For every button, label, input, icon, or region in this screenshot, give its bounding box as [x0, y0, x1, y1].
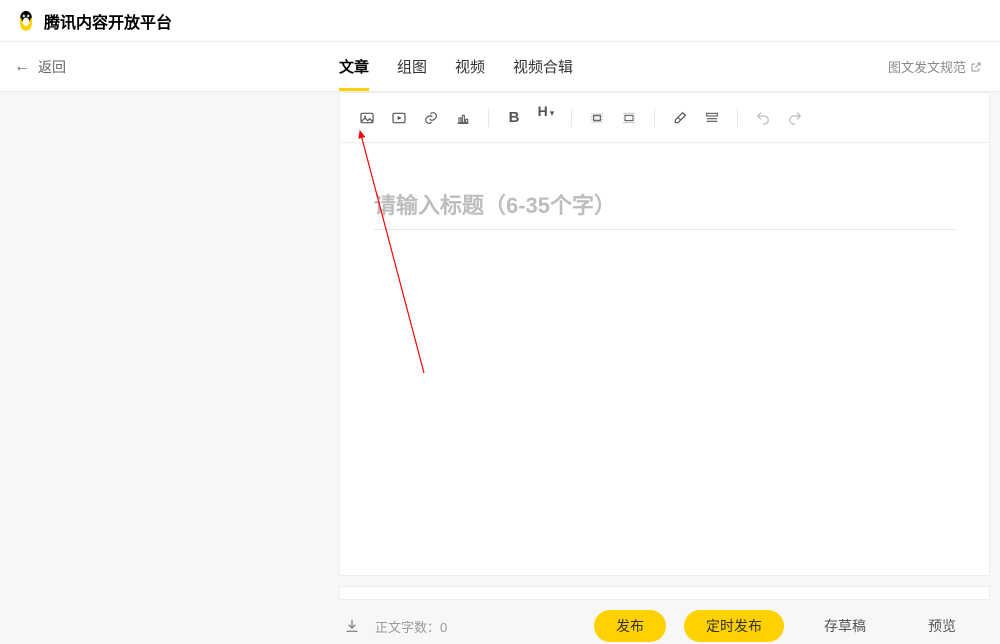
top-header: 腾讯内容开放平台: [0, 0, 1000, 42]
video-embed-icon[interactable]: [384, 103, 414, 133]
content-type-tabs: 文章 组图 视频 视频合辑: [339, 42, 573, 91]
word-count: 正文字数：0: [375, 617, 447, 636]
footer-bar: 正文字数：0 发布 定时发布 存草稿 预览: [339, 608, 990, 644]
import-icon[interactable]: [339, 618, 365, 634]
image-icon[interactable]: [352, 103, 382, 133]
tab-gallery[interactable]: 组图: [397, 42, 427, 91]
arrow-left-icon: ←: [14, 58, 30, 76]
heading-icon[interactable]: H▾: [531, 103, 561, 133]
penguin-logo-icon: [16, 10, 36, 32]
editor-toolbar: B H▾: [340, 93, 989, 143]
toolbar-separator: [654, 109, 655, 127]
preview-button[interactable]: 预览: [906, 610, 978, 642]
align-left-icon[interactable]: [582, 103, 612, 133]
article-body-editor[interactable]: [340, 240, 989, 575]
toolbar-separator: [488, 109, 489, 127]
tab-video[interactable]: 视频: [455, 42, 485, 91]
back-label: 返回: [38, 57, 66, 77]
settings-card-collapsed: [339, 586, 990, 600]
tab-article[interactable]: 文章: [339, 42, 369, 91]
sub-header: ← 返回 文章 组图 视频 视频合辑 图文发文规范: [0, 42, 1000, 92]
align-center-icon[interactable]: [614, 103, 644, 133]
back-button[interactable]: ← 返回: [0, 57, 339, 77]
left-empty-column: [0, 92, 339, 644]
schedule-publish-button[interactable]: 定时发布: [684, 610, 784, 642]
undo-icon[interactable]: [748, 103, 778, 133]
bold-icon[interactable]: B: [499, 103, 529, 133]
toolbar-separator: [737, 109, 738, 127]
eraser-icon[interactable]: [665, 103, 695, 133]
redo-icon[interactable]: [780, 103, 810, 133]
tab-video-collection[interactable]: 视频合辑: [513, 42, 573, 91]
editor-card: B H▾: [339, 92, 990, 576]
external-link-icon: [970, 61, 982, 73]
block-icon[interactable]: [697, 103, 727, 133]
toolbar-separator: [571, 109, 572, 127]
save-draft-button[interactable]: 存草稿: [802, 610, 888, 642]
brand-title: 腾讯内容开放平台: [44, 9, 172, 33]
chart-icon[interactable]: [448, 103, 478, 133]
link-icon[interactable]: [416, 103, 446, 133]
article-title-input[interactable]: [374, 189, 955, 230]
publish-button[interactable]: 发布: [594, 610, 666, 642]
publishing-guide-link[interactable]: 图文发文规范: [888, 57, 982, 76]
